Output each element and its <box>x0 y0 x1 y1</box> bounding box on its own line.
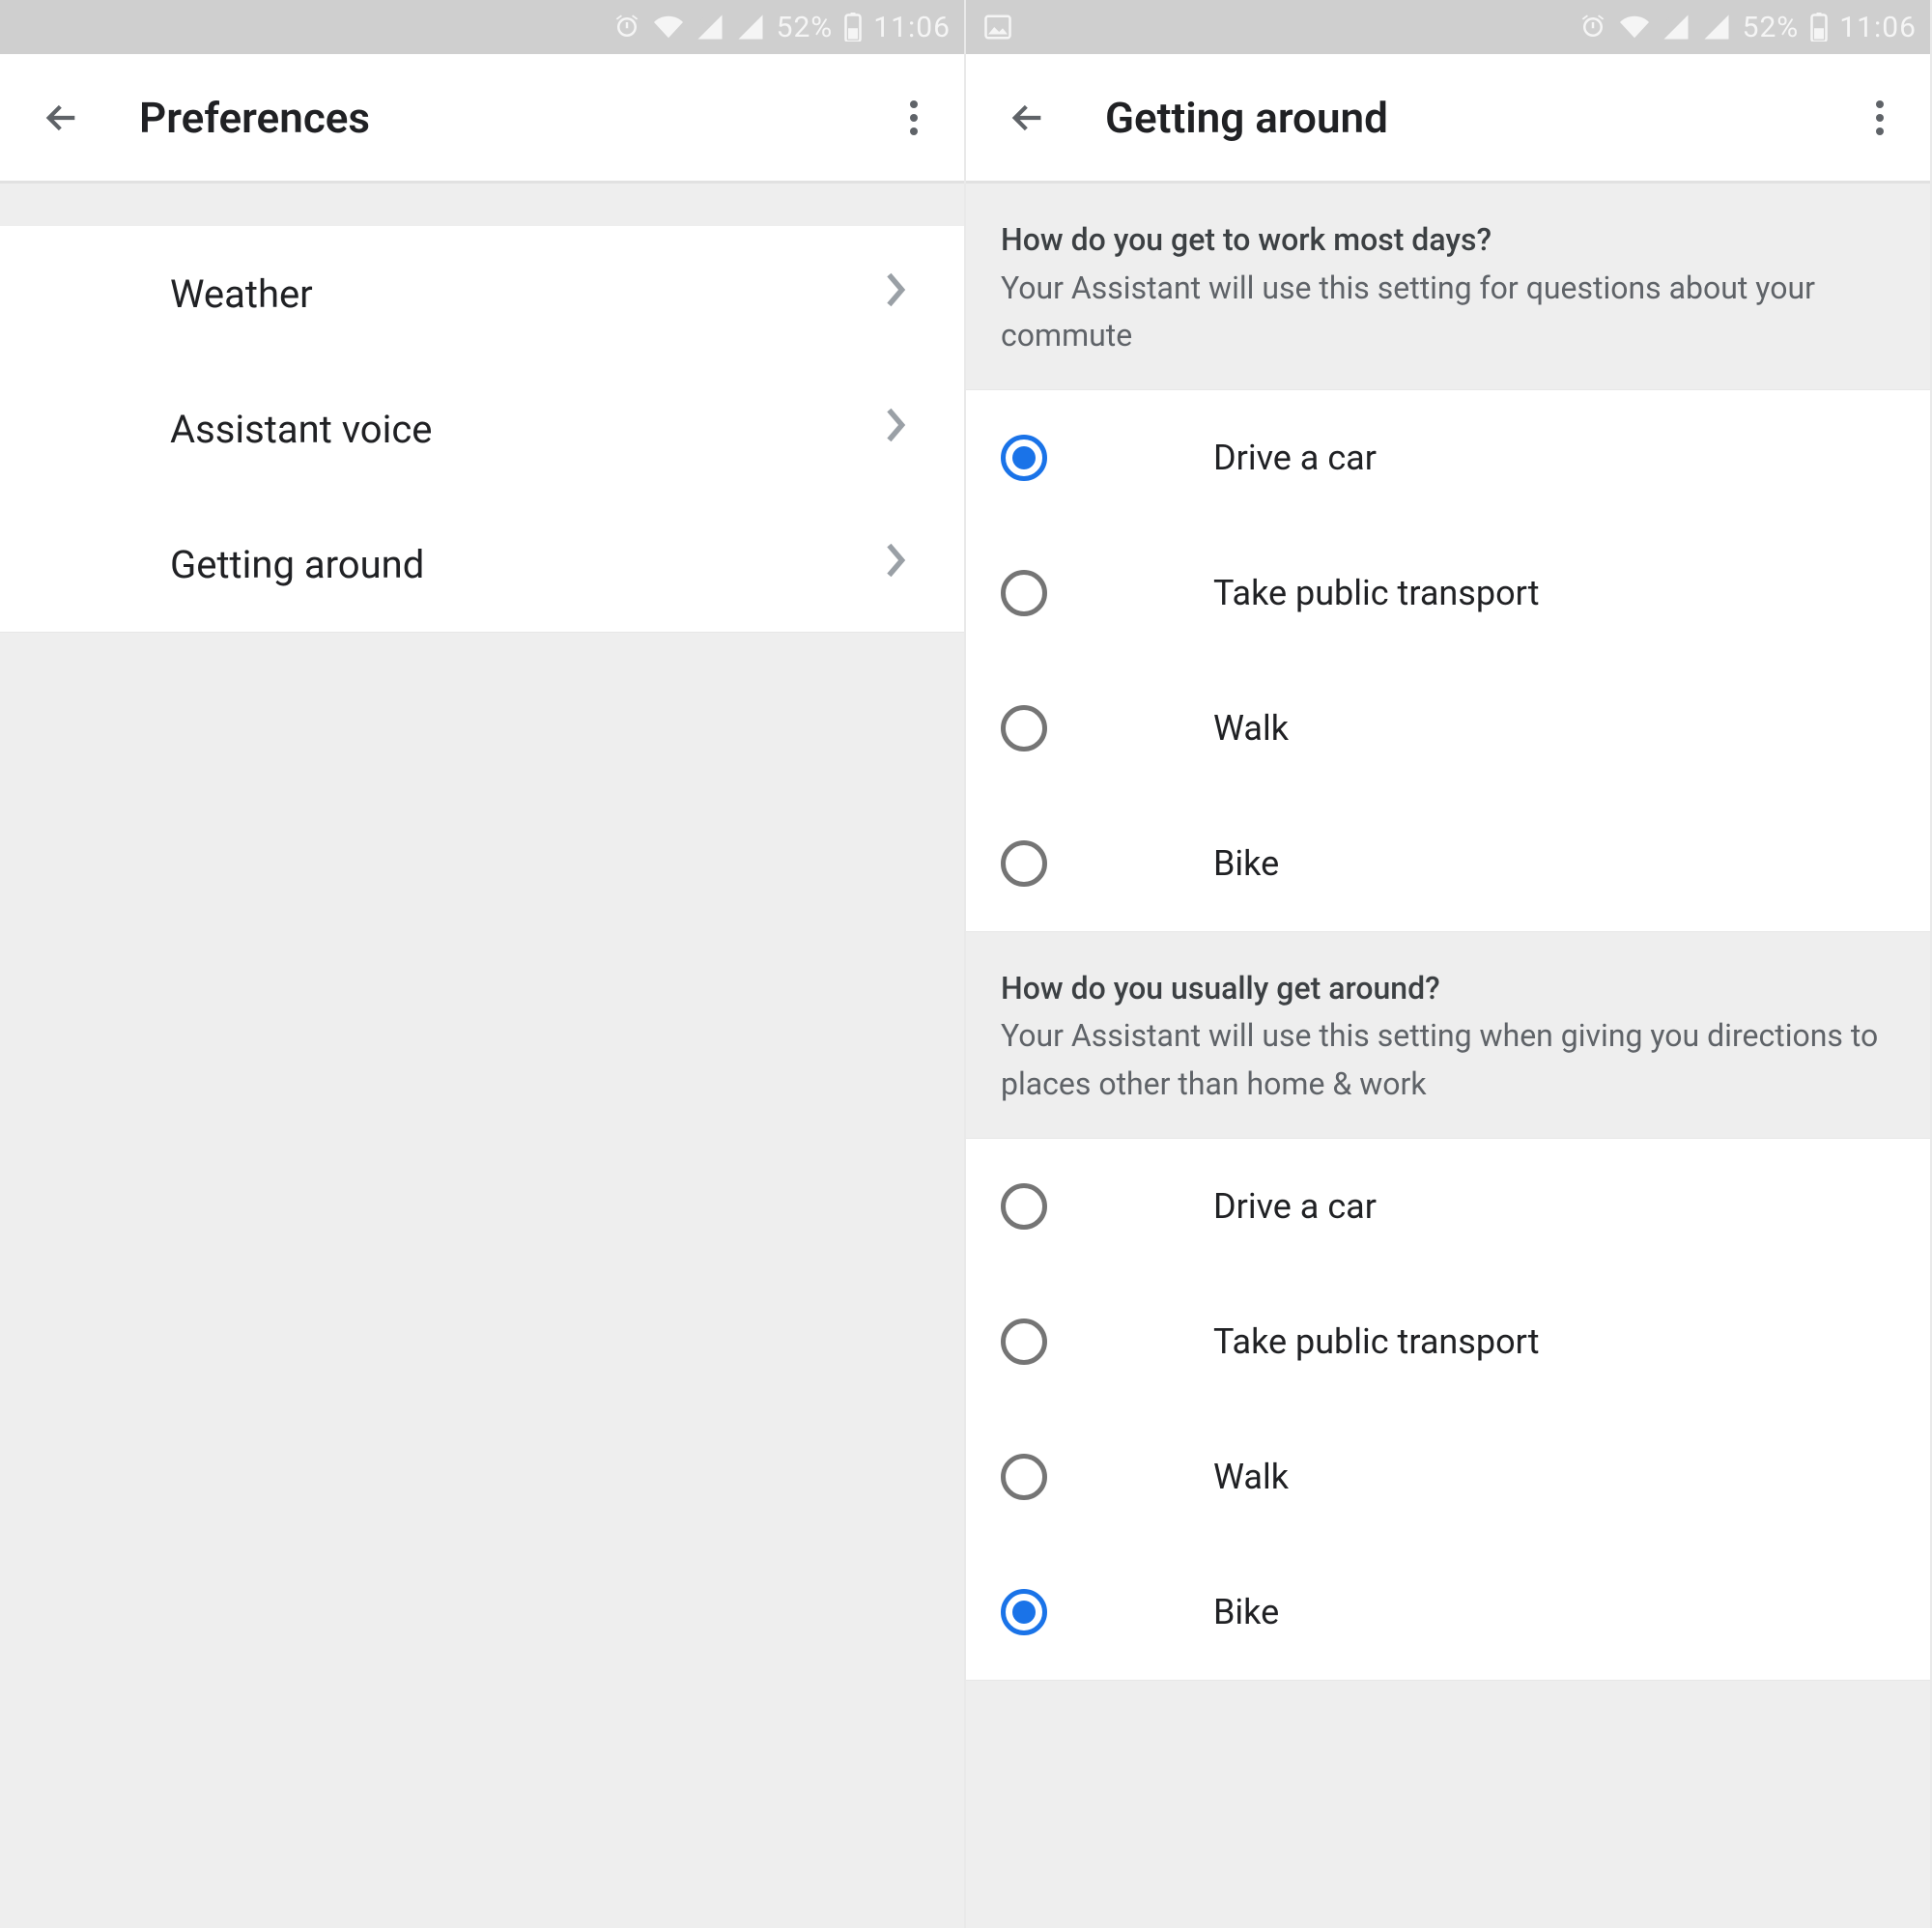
battery-icon <box>844 13 862 42</box>
chevron-right-icon <box>885 542 906 587</box>
page-title: Getting around <box>1105 93 1857 143</box>
section-question: How do you usually get around? <box>1001 965 1895 1013</box>
radio-option-drive[interactable]: Drive a car <box>966 390 1930 525</box>
wifi-icon <box>653 13 684 42</box>
radio-icon <box>1001 840 1047 887</box>
chevron-right-icon <box>885 407 906 452</box>
app-bar: Getting around <box>966 54 1930 184</box>
getaround-options: Drive a car Take public transport Walk B… <box>966 1139 1930 1681</box>
battery-percent: 52% <box>777 11 834 44</box>
signal-nosim-icon <box>696 13 724 42</box>
radio-option-walk[interactable]: Walk <box>966 1409 1930 1545</box>
back-button[interactable] <box>39 95 85 141</box>
radio-icon <box>1001 1183 1047 1230</box>
screen-preferences: 52% 11:06 Preferences Weather Assistant … <box>0 0 966 1928</box>
spacer <box>0 184 964 226</box>
battery-percent: 52% <box>1743 11 1800 44</box>
radio-icon <box>1001 1454 1047 1500</box>
list-item-label: Weather <box>170 271 313 317</box>
list-item-label: Getting around <box>170 542 424 587</box>
radio-icon <box>1001 570 1047 616</box>
radio-option-bike[interactable]: Bike <box>966 1545 1930 1680</box>
app-bar: Preferences <box>0 54 964 184</box>
list-item-label: Assistant voice <box>170 407 432 452</box>
section-question: How do you get to work most days? <box>1001 216 1895 265</box>
radio-label: Drive a car <box>1213 1186 1377 1227</box>
signal-nosim-icon <box>1662 13 1690 42</box>
clock-text: 11:06 <box>1839 11 1917 44</box>
radio-option-public-transport[interactable]: Take public transport <box>966 525 1930 661</box>
radio-icon <box>1001 1318 1047 1365</box>
list-item-assistant-voice[interactable]: Assistant voice <box>0 361 964 496</box>
radio-label: Bike <box>1213 843 1279 884</box>
radio-icon <box>1001 1589 1047 1635</box>
back-button[interactable] <box>1005 95 1051 141</box>
status-bar: 52% 11:06 <box>0 0 964 54</box>
page-title: Preferences <box>139 93 891 143</box>
radio-label: Take public transport <box>1213 1321 1539 1362</box>
radio-option-drive[interactable]: Drive a car <box>966 1139 1930 1274</box>
more-button[interactable] <box>1857 95 1903 141</box>
status-bar: 52% 11:06 <box>966 0 1930 54</box>
section-subtitle: Your Assistant will use this setting whe… <box>1001 1012 1895 1108</box>
radio-label: Walk <box>1213 1457 1289 1497</box>
chevron-right-icon <box>885 271 906 317</box>
signal-icon <box>1702 13 1731 42</box>
preferences-list: Weather Assistant voice Getting around <box>0 226 964 633</box>
section-header-work-commute: How do you get to work most days? Your A… <box>966 184 1930 390</box>
radio-label: Walk <box>1213 708 1289 749</box>
radio-icon <box>1001 435 1047 481</box>
section-header-get-around: How do you usually get around? Your Assi… <box>966 932 1930 1139</box>
alarm-icon <box>1578 13 1607 42</box>
screen-getting-around: 52% 11:06 Getting around How do you get … <box>966 0 1932 1928</box>
alarm-icon <box>612 13 641 42</box>
radio-option-public-transport[interactable]: Take public transport <box>966 1274 1930 1409</box>
battery-icon <box>1810 13 1828 42</box>
list-item-getting-around[interactable]: Getting around <box>0 496 964 632</box>
image-notification-icon <box>983 13 1012 42</box>
commute-options: Drive a car Take public transport Walk B… <box>966 390 1930 932</box>
radio-label: Take public transport <box>1213 573 1539 613</box>
wifi-icon <box>1619 13 1650 42</box>
radio-option-bike[interactable]: Bike <box>966 796 1930 931</box>
clock-text: 11:06 <box>873 11 951 44</box>
more-button[interactable] <box>891 95 937 141</box>
radio-label: Bike <box>1213 1592 1279 1632</box>
radio-icon <box>1001 705 1047 751</box>
list-item-weather[interactable]: Weather <box>0 226 964 361</box>
section-subtitle: Your Assistant will use this setting for… <box>1001 265 1895 360</box>
radio-label: Drive a car <box>1213 438 1377 478</box>
signal-icon <box>736 13 765 42</box>
radio-option-walk[interactable]: Walk <box>966 661 1930 796</box>
